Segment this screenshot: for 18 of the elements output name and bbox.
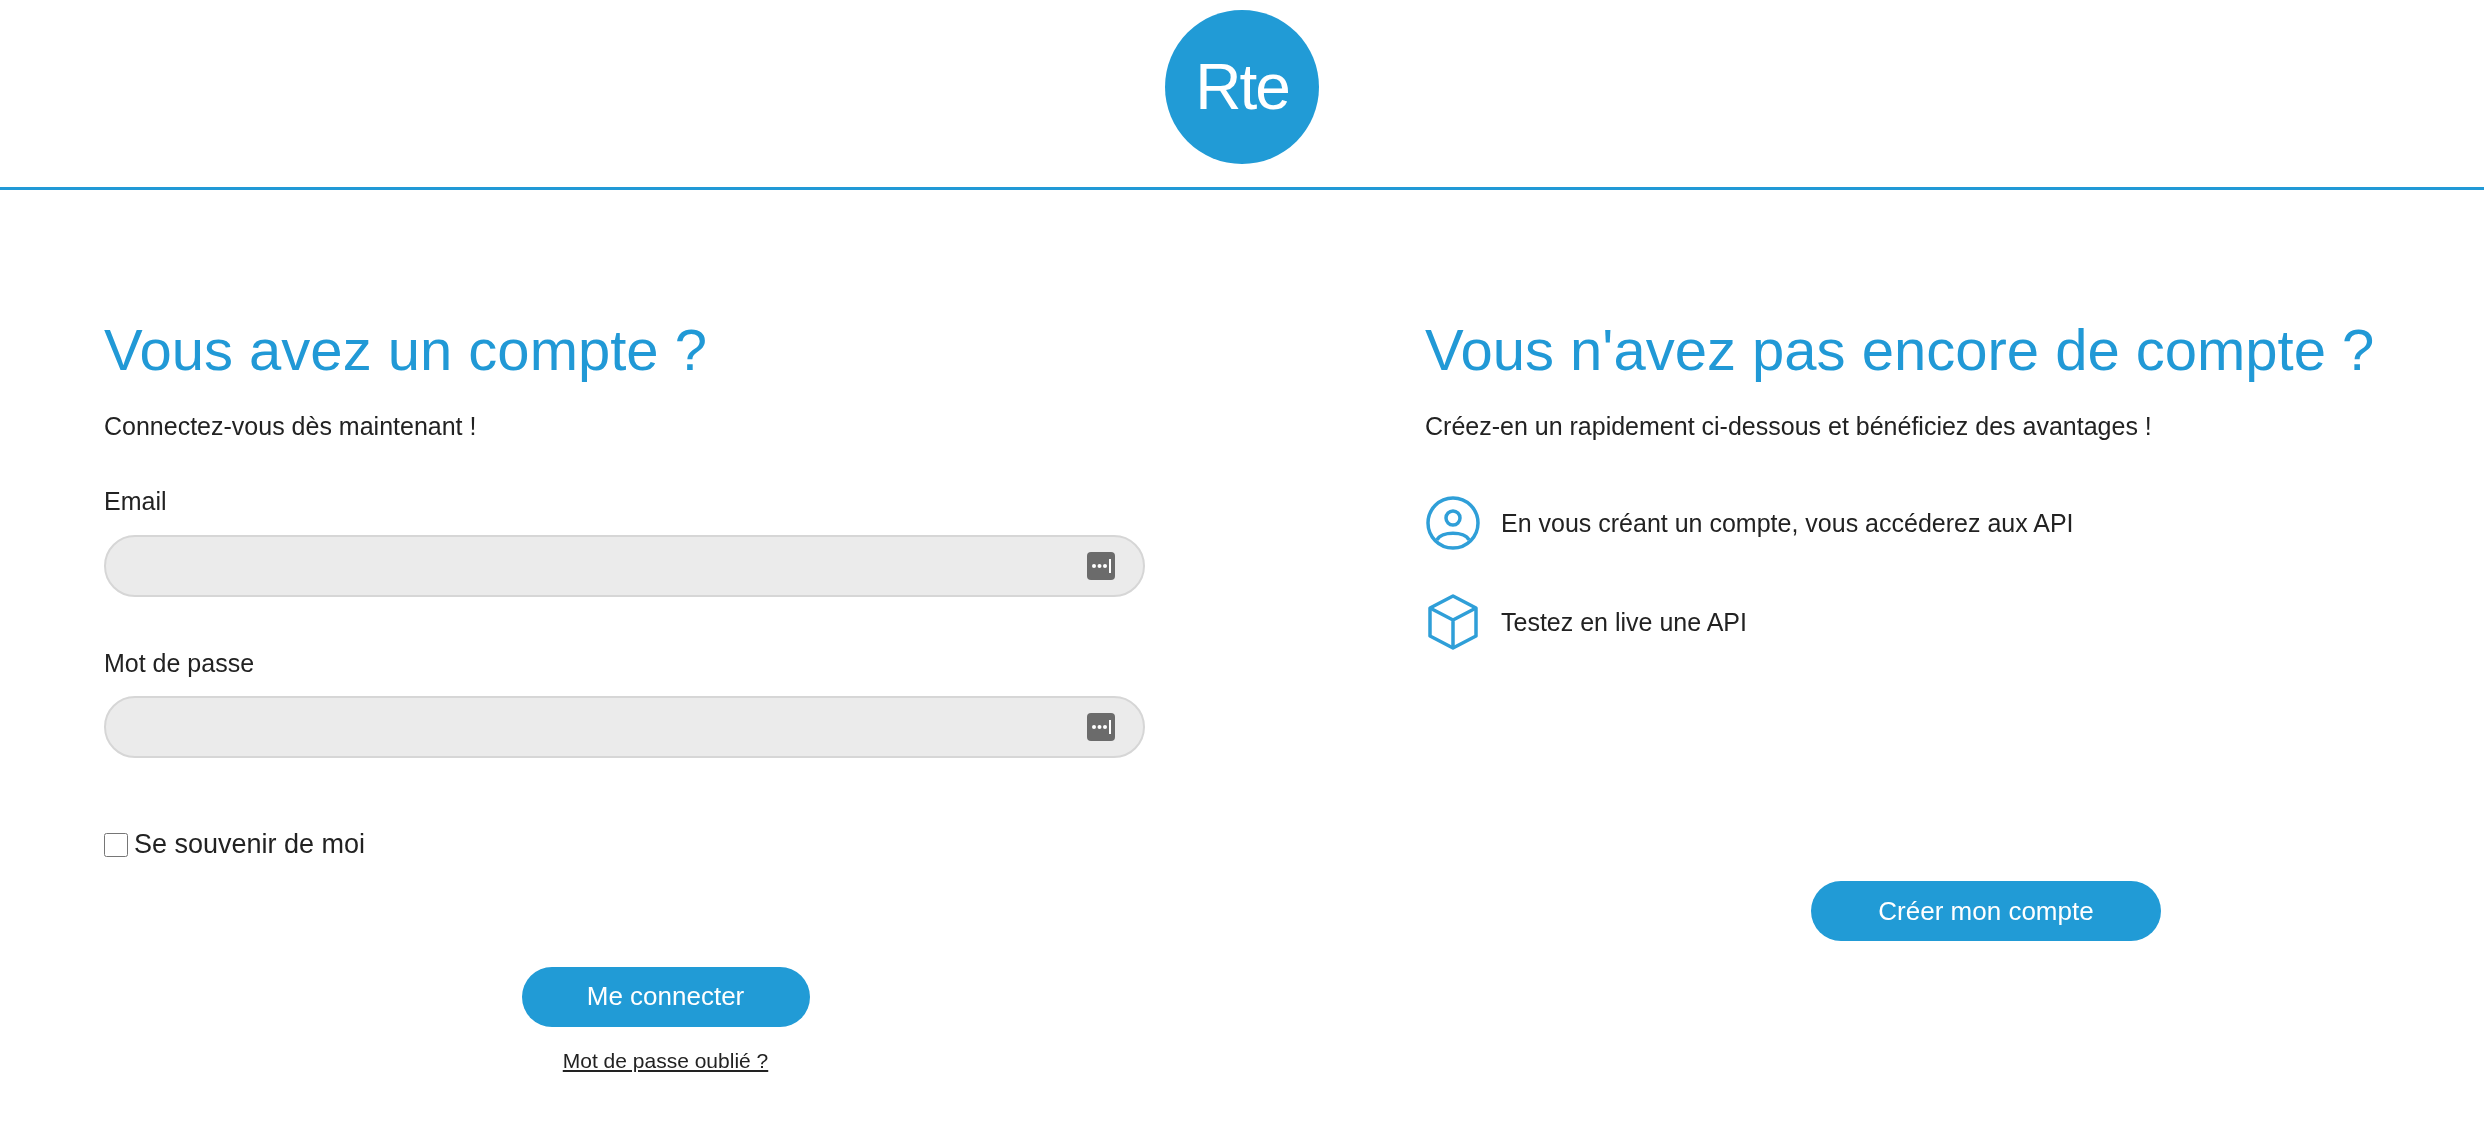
benefit-text: En vous créant un compte, vous accéderez aux API [1501,507,2074,539]
field-label: Email [104,486,167,518]
remember-checkbox[interactable] [104,832,128,857]
signup-title: Vous n'avez pas encore de compte ? [1425,318,2375,382]
create-account-button[interactable]: Créer mon compte [1811,881,2161,942]
cube-icon [1427,593,1479,652]
signup-subtitle: Créez-en un rapidement ci-dessous et bénéficiez des avantages ! [1425,410,2152,442]
login-button[interactable]: Me connecter [521,966,810,1027]
remember-label: Se souvenir de moi [134,828,366,862]
login-title: Vous avez un compte ? [104,318,707,382]
password-manager-icon[interactable] [1087,713,1115,742]
password-manager-icon[interactable] [1087,551,1115,580]
field-label: Mot de passe [104,647,255,679]
benefit-text: Testez en live une API [1501,606,1747,638]
user-icon [1425,495,1481,552]
forgot-password-link[interactable]: Mot de passe oublié ? [562,1044,769,1077]
logo: Rte [1165,10,1319,164]
login-subtitle: Connectez-vous dès maintenant ! [104,410,477,442]
